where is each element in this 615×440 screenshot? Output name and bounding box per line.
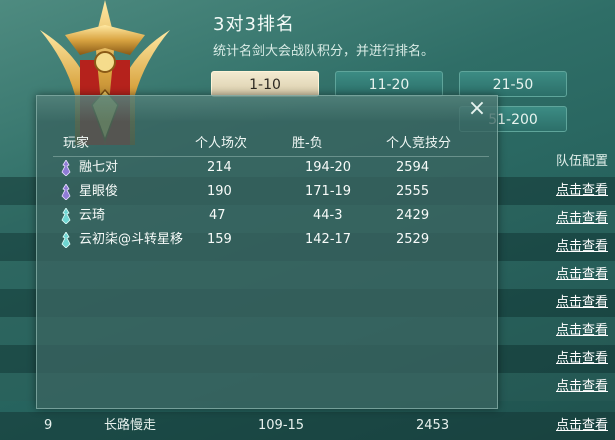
player-record: 171-19: [305, 184, 352, 199]
view-team-link[interactable]: 点击查看: [556, 345, 608, 373]
view-team-link[interactable]: 点击查看: [556, 373, 608, 401]
player-row: 云初柒@斗转星移 159 142-17 2529: [37, 229, 497, 251]
view-team-link[interactable]: 点击查看: [556, 205, 608, 233]
player-score: 2594: [396, 160, 430, 175]
player-matches: 214: [207, 160, 232, 175]
sword-cyan-icon: [61, 208, 71, 224]
close-icon[interactable]: ×: [467, 98, 487, 120]
record-cell: 109-15: [258, 418, 305, 433]
player-score: 2555: [396, 184, 430, 199]
sword-cyan-icon: [61, 232, 71, 248]
player-matches: 159: [207, 232, 232, 247]
player-record: 142-17: [305, 232, 352, 247]
player-name: 融七对: [79, 160, 119, 175]
sword-purple-icon: [61, 184, 71, 200]
page-subtitle: 统计名剑大会战队积分，并进行排名。: [213, 44, 435, 59]
view-team-link[interactable]: 点击查看: [556, 261, 608, 289]
view-team-link[interactable]: 点击查看: [556, 412, 608, 440]
col-record: 胜-负: [292, 136, 323, 151]
col-score: 个人竞技分: [386, 136, 452, 151]
sword-purple-icon: [61, 160, 71, 176]
page-title: 3对3排名: [213, 14, 295, 35]
view-team-link[interactable]: 点击查看: [556, 289, 608, 317]
team-detail-panel: × 玩家 个人场次 胜-负 个人竞技分 融七对 214 194-20 2594 …: [36, 95, 498, 409]
player-row: 星眼俊 190 171-19 2555: [37, 181, 497, 203]
player-score: 2529: [396, 232, 430, 247]
player-name: 云琦: [79, 208, 106, 223]
view-team-link[interactable]: 点击查看: [556, 177, 608, 205]
score-cell: 2453: [416, 418, 450, 433]
col-matches: 个人场次: [195, 136, 248, 151]
view-team-link[interactable]: 点击查看: [556, 233, 608, 261]
panel-column-headers: 玩家 个人场次 胜-负 个人竞技分: [37, 132, 497, 152]
player-matches: 190: [207, 184, 232, 199]
player-row: 云琦 47 44-3 2429: [37, 205, 497, 227]
player-record: 44-3: [313, 208, 343, 223]
player-row: 融七对 214 194-20 2594: [37, 157, 497, 179]
rank-cell: 9: [44, 418, 53, 433]
player-name: 云初柒@斗转星移: [79, 232, 184, 247]
table-row: 9 长路慢走 109-15 2453 点击查看: [0, 412, 615, 440]
player-score: 2429: [396, 208, 430, 223]
player-name: 星眼俊: [79, 184, 119, 199]
panel-header-decoration: [37, 96, 497, 122]
tab-21-50[interactable]: 21-50: [459, 71, 567, 97]
team-config-header: 队伍配置: [556, 154, 609, 169]
player-matches: 47: [209, 208, 226, 223]
view-team-link[interactable]: 点击查看: [556, 317, 608, 345]
tab-1-10[interactable]: 1-10: [211, 71, 319, 97]
player-record: 194-20: [305, 160, 352, 175]
tab-11-20[interactable]: 11-20: [335, 71, 443, 97]
team-name-cell: 长路慢走: [104, 418, 157, 433]
col-player: 玩家: [63, 136, 90, 151]
